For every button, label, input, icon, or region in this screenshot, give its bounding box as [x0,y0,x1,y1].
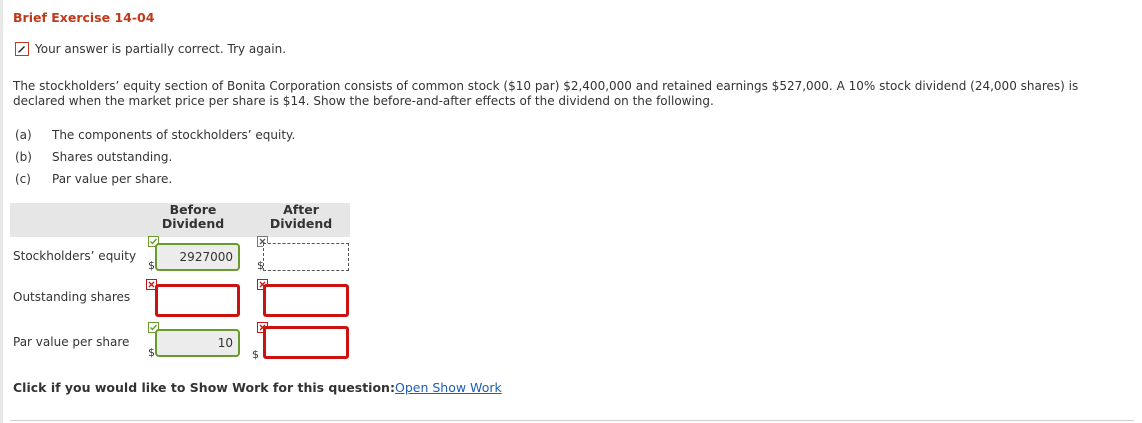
exercise-title: Brief Exercise 14-04 [13,10,155,25]
part-b: (b) Shares outstanding. [15,146,295,168]
before-dividend-header: Before Dividend [161,202,225,231]
part-text: Shares outstanding. [52,150,173,164]
question-text: The stockholders’ equity section of Boni… [13,79,1079,108]
open-show-work-link[interactable]: Open Show Work [395,380,502,395]
pencil-edit-icon [15,42,29,56]
part-a: (a) The components of stockholders’ equi… [15,124,295,146]
outstanding-shares-before-input[interactable] [155,284,240,317]
part-text: Par value per share. [52,172,173,186]
row-label-stockholders-equity: Stockholders’ equity [13,249,137,263]
part-c: (c) Par value per share. [15,168,295,190]
stockholders-equity-after-input[interactable] [263,243,349,271]
part-letter: (c) [15,172,31,186]
par-value-after-input[interactable] [263,326,349,359]
row-label-par-value: Par value per share [13,335,130,349]
status-message: Your answer is partially correct. Try ag… [35,42,287,56]
part-letter: (a) [15,128,32,142]
left-border [0,0,3,423]
row-label-outstanding-shares: Outstanding shares [13,290,131,304]
part-text: The components of stockholders’ equity. [52,128,296,142]
currency-symbol: $ [252,348,259,361]
currency-symbol: $ [148,346,155,359]
currency-symbol: $ [148,259,155,272]
answer-status: Your answer is partially correct. Try ag… [15,42,286,56]
part-letter: (b) [15,150,32,164]
question-parts: (a) The components of stockholders’ equi… [15,124,295,190]
show-work-prompt: Click if you would like to Show Work for… [13,380,395,395]
par-value-before-input[interactable]: 10 [155,329,240,357]
outstanding-shares-after-input[interactable] [263,284,349,317]
stockholders-equity-before-input[interactable]: 2927000 [155,243,240,271]
after-dividend-header: After Dividend [269,202,333,231]
bottom-divider [10,420,1134,421]
